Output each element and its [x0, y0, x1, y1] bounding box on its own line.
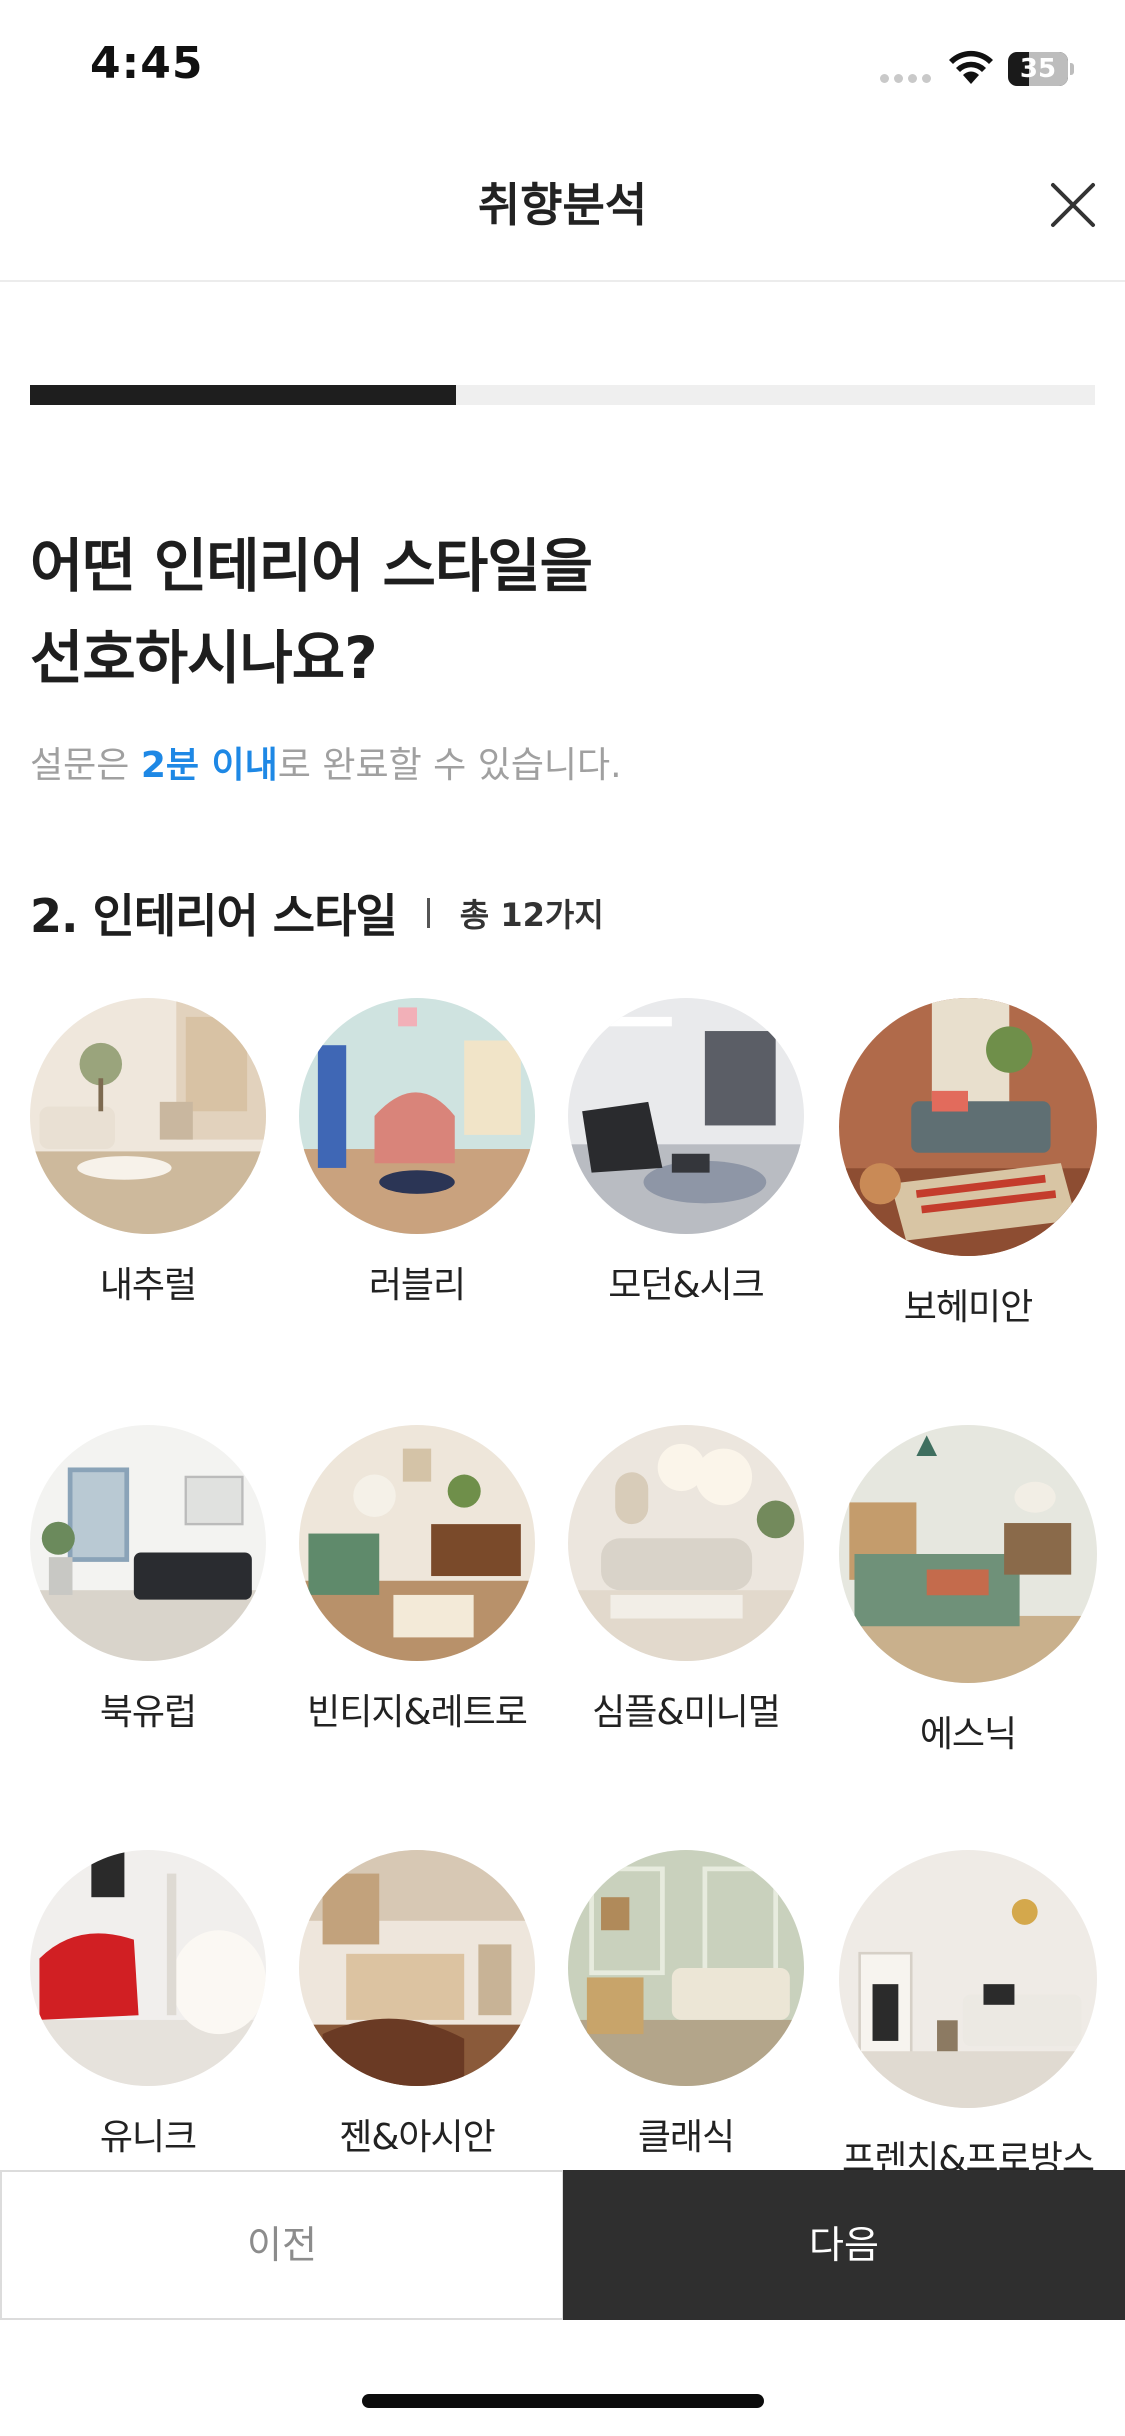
style-image-classic: [568, 1850, 804, 2086]
style-image-nordic: [30, 1425, 266, 1661]
next-button-label: 다음: [809, 2223, 879, 2267]
style-label: 보헤미안: [903, 1287, 1033, 1328]
style-label: 빈티지&레트로: [307, 1692, 528, 1733]
style-image-bohemian: [839, 998, 1097, 1256]
home-indicator[interactable]: [362, 2394, 764, 2408]
style-option-bohemian[interactable]: 보헤미안: [838, 998, 1098, 1330]
style-label: 유니크: [99, 2117, 197, 2158]
survey-screen: 4:45 35 취향분석 어떤 인테리어 스타일을 선호하시나요? 설문은 2분…: [0, 0, 1125, 2436]
style-image-modern-chic: [568, 998, 804, 1234]
style-label: 프렌치&프로방스: [842, 2139, 1095, 2170]
style-label: 북유럽: [99, 1692, 197, 1733]
bottom-button-bar: 이전 다음: [0, 2170, 1125, 2320]
style-grid: 내추럴 러블리 모던&시크 보헤미안 북유럽 빈티지&레트로 심플&미니멀 에스…: [0, 0, 1125, 2170]
style-option-unique[interactable]: 유니크: [23, 1850, 273, 2160]
previous-button[interactable]: 이전: [0, 2170, 564, 2320]
style-option-classic[interactable]: 클래식: [561, 1850, 811, 2160]
style-option-ethnic[interactable]: 에스닉: [838, 1425, 1098, 1757]
previous-button-label: 이전: [247, 2223, 317, 2267]
style-option-lovely[interactable]: 러블리: [292, 998, 542, 1308]
style-label: 러블리: [368, 1265, 466, 1306]
style-option-simple-minimal[interactable]: 심플&미니멀: [561, 1425, 811, 1735]
style-image-french-provence: [839, 1850, 1097, 2108]
style-image-unique: [30, 1850, 266, 2086]
next-button[interactable]: 다음: [563, 2170, 1125, 2320]
style-option-zen-asian[interactable]: 젠&아시안: [292, 1850, 542, 2160]
style-option-natural[interactable]: 내추럴: [23, 998, 273, 1308]
style-image-simple-minimal: [568, 1425, 804, 1661]
style-label: 클래식: [637, 2117, 735, 2158]
style-label: 심플&미니멀: [592, 1692, 781, 1733]
style-image-zen-asian: [299, 1850, 535, 2086]
style-option-nordic[interactable]: 북유럽: [23, 1425, 273, 1735]
style-image-vintage-retro: [299, 1425, 535, 1661]
style-image-ethnic: [839, 1425, 1097, 1683]
style-label: 내추럴: [99, 1265, 197, 1306]
style-label: 젠&아시안: [339, 2117, 496, 2158]
style-label: 에스닉: [919, 1714, 1017, 1755]
style-image-natural: [30, 998, 266, 1234]
style-label: 모던&시크: [608, 1265, 765, 1306]
style-option-french-provence[interactable]: 프렌치&프로방스: [838, 1850, 1098, 2170]
style-option-vintage-retro[interactable]: 빈티지&레트로: [292, 1425, 542, 1735]
style-option-modern-chic[interactable]: 모던&시크: [561, 998, 811, 1308]
style-image-lovely: [299, 998, 535, 1234]
